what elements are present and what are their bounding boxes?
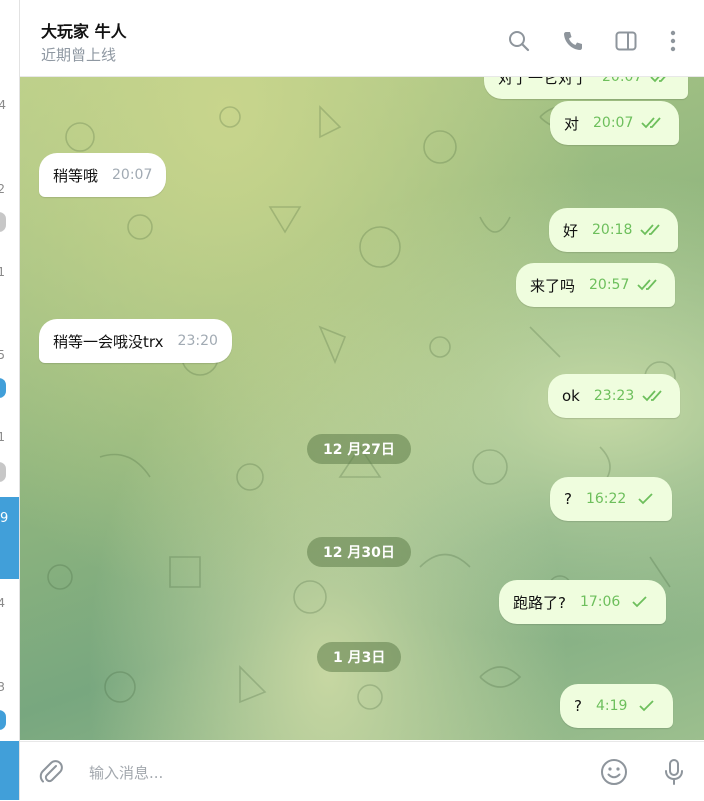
message-time: 16:22: [585, 491, 627, 507]
message-time: 4:19: [595, 698, 628, 714]
chat-list-item-selected[interactable]: [0, 741, 19, 800]
phone-icon[interactable]: [561, 29, 585, 53]
chat-count: 4: [0, 596, 5, 610]
chat-count: 2: [0, 182, 5, 196]
message-time: 20:07: [593, 115, 634, 131]
chat-list-item-selected[interactable]: 9: [0, 497, 19, 579]
chat-list-edge: 4 2 1 5 1 9 4 3: [0, 0, 20, 800]
double-check-icon: [637, 279, 658, 291]
chat-list-item[interactable]: 1: [0, 265, 19, 285]
message-bubble-outgoing[interactable]: ? 4:19: [560, 684, 674, 728]
chat-title[interactable]: 大玩家 牛人: [41, 18, 127, 42]
message-bubble-outgoing[interactable]: 好 20:18: [549, 208, 679, 252]
chat-count: 1: [0, 265, 5, 279]
message-bubble-outgoing[interactable]: 跑路了? 17:06: [499, 580, 667, 624]
message-composer: 输入消息...: [20, 741, 704, 801]
chat-list-item[interactable]: 4: [0, 98, 19, 118]
chat-list-item[interactable]: 2: [0, 182, 19, 202]
unread-badge-muted: [0, 462, 6, 482]
chat-count: 4: [0, 98, 6, 112]
search-icon[interactable]: [507, 29, 531, 53]
chat-header: 大玩家 牛人 近期曾上线: [20, 0, 704, 77]
emoji-icon[interactable]: [600, 758, 628, 786]
single-check-icon: [638, 493, 653, 505]
message-time: 17:06: [579, 594, 621, 610]
message-bubble-outgoing[interactable]: 对了一它对了 20:07: [484, 77, 689, 99]
unread-badge: [0, 378, 6, 398]
date-separator: 12 月30日: [307, 537, 411, 567]
message-time: 23:23: [593, 388, 635, 404]
chat-count: 3: [0, 680, 5, 694]
single-check-icon: [632, 596, 647, 608]
message-time: 20:57: [589, 277, 630, 293]
message-text: 稍等哦: [53, 166, 99, 185]
message-time: 20:07: [602, 77, 643, 85]
message-bubble-outgoing[interactable]: ok 23:23: [548, 374, 681, 418]
message-text: ?: [574, 697, 582, 715]
message-bubble-outgoing[interactable]: 对 20:07: [550, 101, 680, 145]
double-check-icon: [650, 77, 667, 83]
message-bubble-outgoing[interactable]: 来了吗 20:57: [516, 263, 676, 307]
message-text: 稍等一会哦没trx: [53, 332, 164, 351]
chat-list-item[interactable]: 4: [0, 596, 19, 616]
message-bubble-incoming[interactable]: 稍等哦 20:07: [39, 153, 167, 197]
message-text: ?: [564, 490, 572, 508]
last-seen-status: 近期曾上线: [41, 46, 117, 64]
chat-list-item[interactable]: 1: [0, 430, 19, 450]
message-input[interactable]: 输入消息...: [89, 762, 163, 783]
message-text: 对: [564, 114, 580, 133]
chat-count: 9: [0, 511, 9, 526]
message-bubble-incoming[interactable]: 稍等一会哦没trx 23:20: [39, 319, 232, 363]
message-text: 跑路了?: [513, 593, 566, 612]
double-check-icon: [641, 117, 662, 129]
chat-count: 5: [0, 348, 5, 362]
message-time: 23:20: [177, 333, 218, 349]
date-separator: 12 月27日: [307, 434, 411, 464]
unread-badge-muted: [0, 212, 6, 232]
more-vertical-icon[interactable]: [661, 29, 685, 53]
attach-icon[interactable]: [37, 758, 65, 786]
message-bubble-outgoing[interactable]: ? 16:22: [550, 477, 673, 521]
unread-badge: [0, 710, 6, 730]
message-time: 20:18: [592, 222, 633, 238]
chat-list-item[interactable]: 5: [0, 348, 19, 368]
chat-count: 1: [0, 430, 5, 444]
message-text: 好: [563, 221, 579, 240]
sidebar-toggle-icon[interactable]: [614, 29, 638, 53]
message-text: 对了一它对了: [498, 77, 589, 87]
message-time: 20:07: [112, 167, 153, 183]
double-check-icon: [642, 390, 662, 402]
single-check-icon: [639, 700, 655, 712]
message-list[interactable]: 对了一它对了 20:07 对 20:07 稍等哦 20:07 好 20:18 来…: [20, 77, 704, 740]
message-text: 来了吗: [530, 276, 576, 295]
message-text: ok: [562, 387, 580, 405]
double-check-icon: [640, 224, 661, 236]
date-separator: 1 月3日: [317, 642, 402, 672]
chat-list-item[interactable]: 3: [0, 680, 19, 700]
microphone-icon[interactable]: [660, 758, 688, 786]
